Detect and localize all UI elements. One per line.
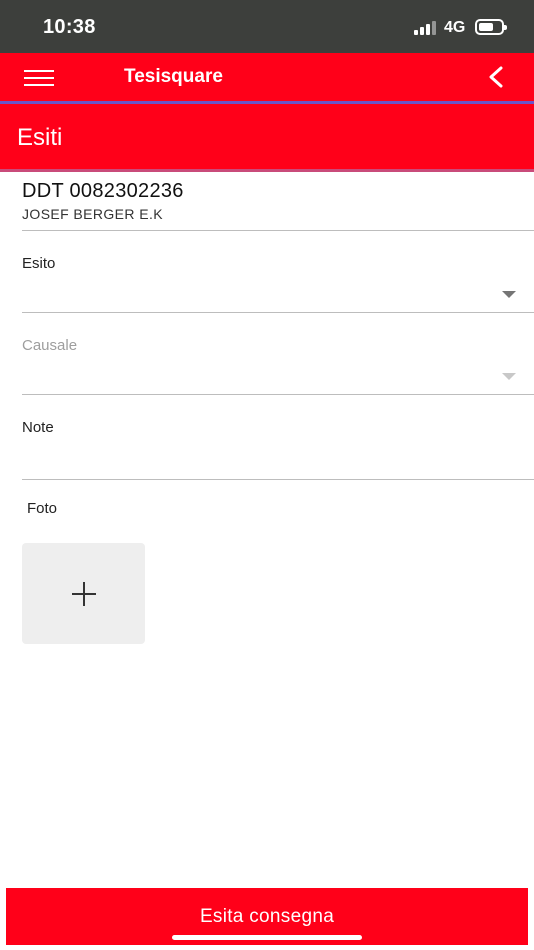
home-indicator	[172, 935, 362, 940]
esito-select[interactable]	[22, 280, 534, 310]
cellular-signal-icon	[414, 21, 438, 35]
foto-label: Foto	[27, 500, 58, 517]
battery-icon	[475, 19, 507, 35]
network-type: 4G	[444, 19, 466, 36]
hamburger-menu-icon[interactable]	[24, 70, 54, 86]
causale-label: Causale	[22, 337, 78, 354]
app-title: Tesisquare	[124, 66, 223, 87]
page-header: Esiti	[0, 101, 534, 172]
esito-underline	[22, 312, 534, 313]
add-photo-button[interactable]	[22, 543, 145, 644]
app-bar: Tesisquare	[0, 53, 534, 101]
dropdown-arrow-icon[interactable]	[502, 291, 516, 298]
causale-select[interactable]	[22, 362, 534, 392]
dropdown-arrow-icon[interactable]	[502, 373, 516, 380]
causale-underline	[22, 394, 534, 395]
page-title: Esiti	[17, 124, 63, 151]
note-label: Note	[22, 419, 54, 436]
document-number: DDT 0082302236	[22, 180, 184, 202]
status-bar: 10:38 4G	[0, 0, 534, 53]
esito-label: Esito	[22, 255, 56, 272]
note-underline	[22, 479, 534, 480]
note-input[interactable]	[22, 443, 534, 479]
customer-name: JOSEF BERGER E.K	[22, 206, 163, 222]
status-time: 10:38	[43, 16, 96, 38]
divider	[22, 230, 534, 231]
chevron-left-icon[interactable]	[486, 65, 508, 89]
